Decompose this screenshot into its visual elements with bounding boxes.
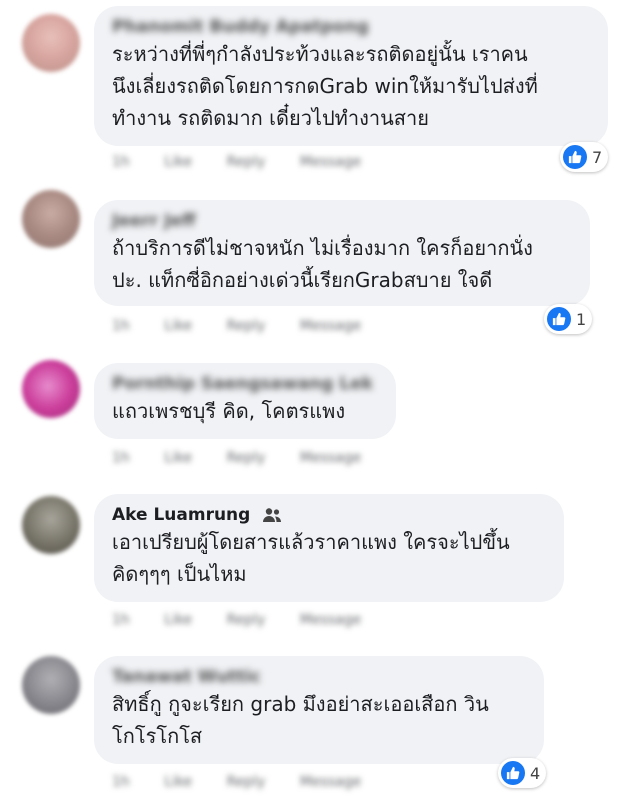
comment-actions: 1h Like Reply Message <box>112 612 391 632</box>
reply-link[interactable]: Reply <box>227 154 266 170</box>
comment-bubble: Phanomit Buddy Apatpong ระหว่างที่พี่ๆกำ… <box>94 6 608 146</box>
reaction-badge[interactable]: 7 <box>560 142 609 172</box>
comment-author[interactable]: Pornthip Saengsawang Lek <box>112 373 378 395</box>
comment-text: แถวเพรชบุรี คิด, โคตรแพง <box>112 399 346 423</box>
timestamp[interactable]: 1h <box>112 318 130 334</box>
like-link[interactable]: Like <box>164 612 192 628</box>
comment-bubble: Ake Luamrung เอาเปรียบผู้โดยสารแล้วราคาแ… <box>94 494 564 602</box>
comment-actions: 1h Like Reply Message <box>112 318 391 338</box>
comment-actions: 1h Like Reply Message <box>112 450 391 470</box>
message-link[interactable]: Message <box>300 774 361 790</box>
like-icon <box>501 761 525 785</box>
comment-text: เอาเปรียบผู้โดยสารแล้วราคาแพง ใครจะไปขึ้… <box>112 530 510 586</box>
reaction-count: 1 <box>576 309 587 329</box>
like-link[interactable]: Like <box>164 154 192 170</box>
comment-actions: 1h Like Reply Message <box>112 154 391 174</box>
avatar[interactable] <box>22 656 80 714</box>
avatar[interactable] <box>22 496 80 554</box>
comment-text: ระหว่างที่พี่ๆกำลังประท้วงและรถติดอยู่นั… <box>112 42 538 130</box>
avatar[interactable] <box>22 360 80 418</box>
reply-link[interactable]: Reply <box>227 318 266 334</box>
timestamp[interactable]: 1h <box>112 450 130 466</box>
avatar[interactable] <box>22 14 80 72</box>
message-link[interactable]: Message <box>300 450 361 466</box>
reply-link[interactable]: Reply <box>227 450 266 466</box>
like-icon <box>563 145 587 169</box>
timestamp[interactable]: 1h <box>112 154 130 170</box>
message-link[interactable]: Message <box>300 154 361 170</box>
like-link[interactable]: Like <box>164 450 192 466</box>
reaction-badge[interactable]: 1 <box>544 304 593 334</box>
reaction-count: 7 <box>592 147 603 167</box>
reply-link[interactable]: Reply <box>227 612 266 628</box>
reply-link[interactable]: Reply <box>227 774 266 790</box>
comment-actions: 1h Like Reply Message <box>112 774 391 794</box>
message-link[interactable]: Message <box>300 612 361 628</box>
like-link[interactable]: Like <box>164 774 192 790</box>
group-member-icon <box>263 508 282 522</box>
comment-author[interactable]: Jeerr Jeff <box>112 210 572 232</box>
comment-bubble: Tanawat Wuttic สิทธิ์กู กูจะเรียก grab ม… <box>94 656 544 764</box>
like-icon <box>547 307 571 331</box>
comment-author[interactable]: Ake Luamrung <box>112 504 546 526</box>
timestamp[interactable]: 1h <box>112 612 130 628</box>
author-name[interactable]: Ake Luamrung <box>112 505 250 525</box>
comment-author[interactable]: Phanomit Buddy Apatpong <box>112 16 590 38</box>
comment-author[interactable]: Tanawat Wuttic <box>112 666 526 688</box>
reaction-badge[interactable]: 4 <box>498 758 547 788</box>
comment-text: สิทธิ์กู กูจะเรียก grab มึงอย่าสะเออเสือ… <box>112 692 489 748</box>
comment-bubble: Pornthip Saengsawang Lek แถวเพรชบุรี คิด… <box>94 363 396 439</box>
avatar[interactable] <box>22 190 80 248</box>
like-link[interactable]: Like <box>164 318 192 334</box>
timestamp[interactable]: 1h <box>112 774 130 790</box>
reaction-count: 4 <box>530 763 541 783</box>
comment-text: ถ้าบริการดีไม่ชาจหนัก ไม่เรื่องมาก ใครก็… <box>112 236 533 292</box>
comment-bubble: Jeerr Jeff ถ้าบริการดีไม่ชาจหนัก ไม่เรื่… <box>94 200 590 306</box>
message-link[interactable]: Message <box>300 318 361 334</box>
